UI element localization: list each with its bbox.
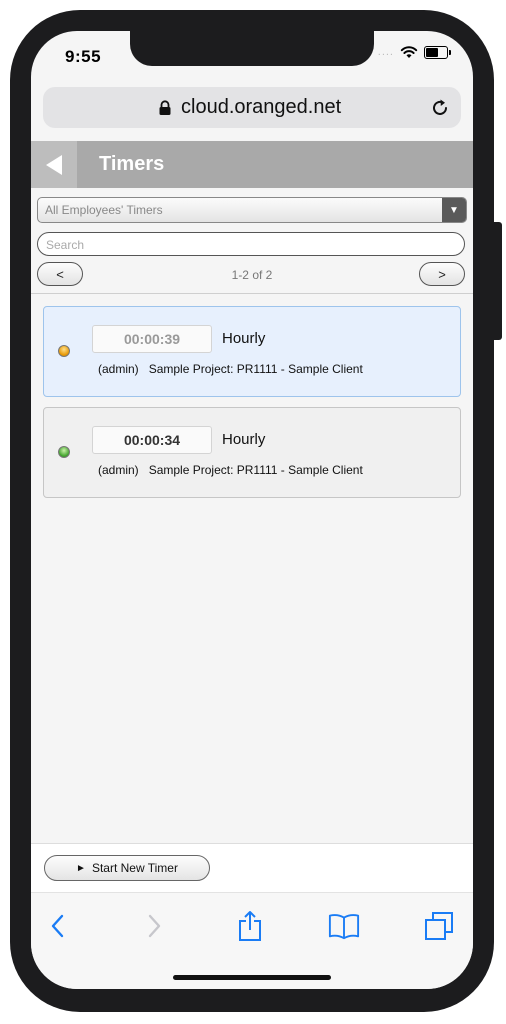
pager: < 1-2 of 2 > <box>31 261 473 291</box>
status-dot-green-icon <box>58 446 70 458</box>
elapsed-time: 00:00:34 <box>92 426 212 454</box>
filter-selected-value: All Employees' Timers <box>45 203 163 217</box>
start-button-label: Start New Timer <box>91 861 178 875</box>
book-icon <box>328 914 360 940</box>
home-indicator <box>173 975 331 980</box>
side-button <box>494 222 502 340</box>
search-placeholder: Search <box>46 238 85 252</box>
screen: 9:55 .... cloud.oranged.net Timers All E… <box>31 31 473 989</box>
play-icon: ► <box>76 862 86 874</box>
chevron-right-icon <box>148 914 161 938</box>
battery-tip <box>449 49 451 55</box>
timer-project: Sample Project: PR1111 - Sample Client <box>148 463 363 477</box>
battery-icon <box>424 45 448 59</box>
status-icons: .... <box>378 45 451 59</box>
action-bar: ► Start New Timer <box>31 843 473 893</box>
browser-forward-button[interactable] <box>139 910 171 942</box>
divider <box>31 293 473 294</box>
elapsed-time: 00:00:39 <box>92 325 212 353</box>
employee-filter-select[interactable]: All Employees' Timers ▼ <box>37 197 467 223</box>
dropdown-arrow-icon: ▼ <box>442 198 466 222</box>
signal-icon: .... <box>377 46 394 58</box>
page-info: 1-2 of 2 <box>231 268 273 282</box>
url-text: cloud.oranged.net <box>181 96 342 118</box>
timer-card[interactable]: 00:00:39 Hourly (admin) Sample Project: … <box>43 306 461 397</box>
bookmarks-button[interactable] <box>328 910 360 942</box>
share-icon <box>239 911 261 941</box>
timer-list: 00:00:39 Hourly (admin) Sample Project: … <box>43 306 461 508</box>
reload-icon[interactable] <box>429 97 451 119</box>
status-dot-orange-icon <box>58 345 70 357</box>
next-page-button[interactable]: > <box>419 262 465 286</box>
tabs-button[interactable] <box>423 910 455 942</box>
address-bar[interactable]: cloud.oranged.net <box>43 87 461 128</box>
timer-detail: (admin) Sample Project: PR1111 - Sample … <box>98 362 363 376</box>
timer-user: (admin) <box>98 362 139 376</box>
share-button[interactable] <box>234 910 266 942</box>
timer-user: (admin) <box>98 463 139 477</box>
timer-card[interactable]: 00:00:34 Hourly (admin) Sample Project: … <box>43 407 461 498</box>
timer-detail: (admin) Sample Project: PR1111 - Sample … <box>98 463 363 477</box>
page-title: Timers <box>99 153 165 175</box>
rate-type: Hourly <box>222 330 266 347</box>
chevron-left-icon <box>51 914 64 938</box>
rate-type: Hourly <box>222 431 266 448</box>
lock-icon <box>159 100 171 115</box>
back-arrow-icon <box>46 154 62 175</box>
start-new-timer-button[interactable]: ► Start New Timer <box>44 855 210 881</box>
page-header: Timers <box>31 141 473 188</box>
timer-project: Sample Project: PR1111 - Sample Client <box>148 362 363 376</box>
status-time: 9:55 <box>65 47 102 66</box>
notch <box>130 31 374 66</box>
browser-back-button[interactable] <box>41 910 73 942</box>
back-button[interactable] <box>31 141 77 188</box>
search-input[interactable]: Search <box>37 232 465 256</box>
tabs-icon <box>425 912 453 940</box>
wifi-icon <box>400 46 418 58</box>
